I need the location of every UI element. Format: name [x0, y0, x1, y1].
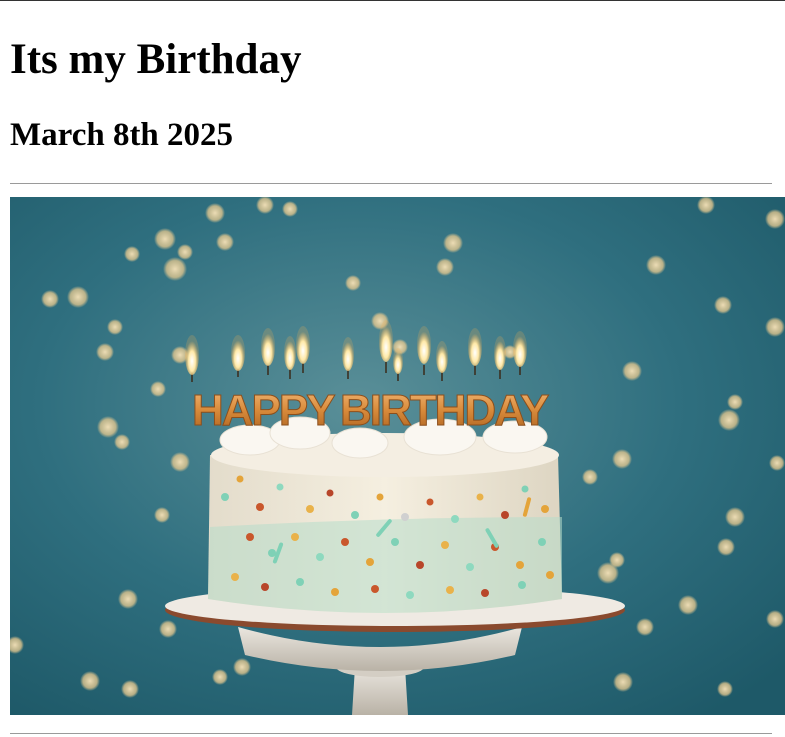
svg-text:BIRTHDAY: BIRTHDAY	[340, 386, 549, 435]
horizontal-rule-bottom	[10, 733, 772, 734]
svg-text:HAPPY: HAPPY	[192, 386, 335, 435]
cake-body	[208, 433, 562, 613]
page-date-heading: March 8th 2025	[10, 117, 234, 153]
page: Its my Birthday March 8th 2025 HAPPY BIR…	[0, 0, 785, 737]
horizontal-rule	[10, 183, 772, 184]
birthday-cake-image: HAPPY BIRTHDAY	[10, 197, 785, 715]
top-border	[0, 0, 785, 1]
page-title: Its my Birthday	[10, 36, 302, 83]
